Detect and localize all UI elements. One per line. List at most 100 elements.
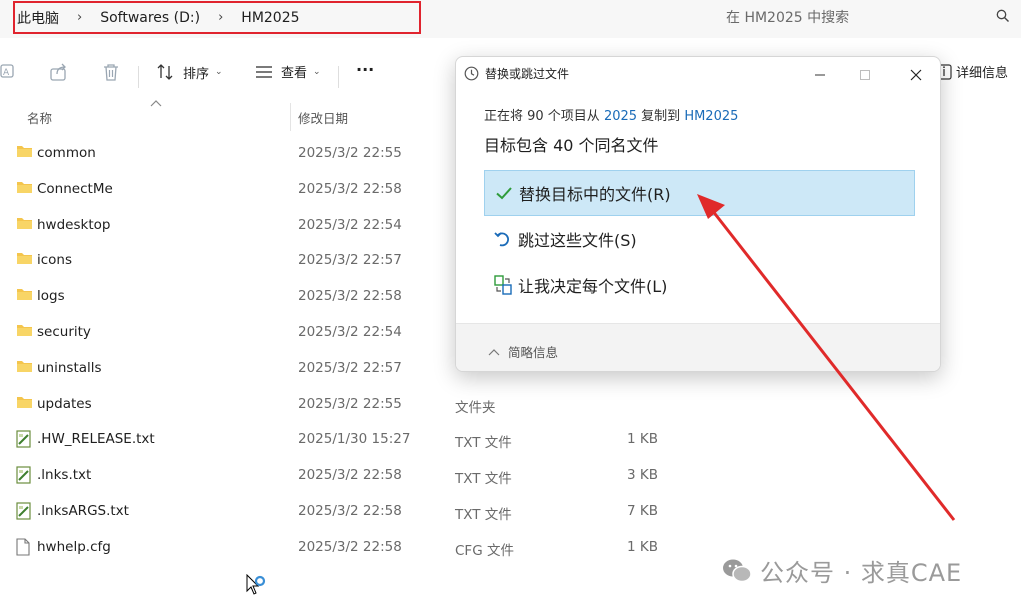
fewer-details-button[interactable]: 简略信息 [488,342,558,361]
file-row[interactable]: hwhelp.cfg 2025/3/2 22:58 CFG 文件 1 KB [0,529,700,565]
folder-icon [16,180,33,198]
breadcrumb-this-pc[interactable]: 此电脑 [15,8,65,28]
file-row[interactable]: .lnks.txt 2025/3/2 22:58 TXT 文件 3 KB [0,457,700,493]
file-name: .HW_RELEASE.txt [37,431,155,448]
chevron-up-icon [488,348,500,355]
clock-icon [464,66,479,81]
folder-icon [16,251,33,269]
file-modified-date: 2025/3/2 22:58 [298,288,402,305]
file-modified-date: 2025/3/2 22:58 [298,180,402,197]
svg-text:A: A [3,68,10,78]
search-placeholder: 在 HM2025 中搜索 [726,10,850,26]
breadcrumb-separator: › [218,10,224,25]
chevron-down-icon: ⌄ [215,67,223,77]
breadcrumb[interactable]: 此电脑 › Softwares (D:) › HM2025 [13,1,421,34]
details-label: 详细信息 [956,66,1009,81]
text-file-icon [16,502,32,524]
view-label: 查看 [281,66,308,81]
maximize-icon [860,70,870,80]
minimize-icon [815,74,825,76]
minimize-button[interactable] [800,61,840,89]
file-name: .lnksARGS.txt [37,503,129,519]
search-icon[interactable] [996,9,1010,23]
replace-files-option[interactable]: 替换目标中的文件(R) [484,170,915,216]
file-modified-date: 2025/3/2 22:58 [298,503,402,519]
sort-icon [157,64,173,80]
command-bar: A 排序 ⌄ 查看 ⌄ ··· [0,48,460,98]
search-box[interactable]: 在 HM2025 中搜索 [714,2,1016,32]
skip-files-option[interactable]: 跳过这些文件(S) [484,216,915,262]
view-button[interactable]: 查看 ⌄ [255,62,321,81]
file-name: hwdesktop [37,216,111,233]
dialog-title: 替换或跳过文件 [485,67,570,81]
chevron-down-icon: ⌄ [313,66,321,77]
undo-icon [494,232,509,247]
file-name: hwhelp.cfg [37,538,111,555]
sort-label: 排序 [183,66,210,82]
decide-each-file-label: 让我决定每个文件(L) [518,277,668,296]
column-header-name[interactable]: 名称 [27,108,52,127]
file-row[interactable]: .HW_RELEASE.txt 2025/1/30 15:27 TXT 文件 1 KB [0,421,700,457]
file-type: 文件夹 [455,399,496,416]
file-name: .lnks.txt [37,467,92,484]
file-modified-date: 2025/3/2 22:57 [298,252,402,269]
skip-files-label: 跳过这些文件(S) [518,231,637,250]
file-size: 1 KB [627,431,658,448]
source-folder-link[interactable]: 2025 [604,109,637,124]
file-modified-date: 2025/3/2 22:54 [298,216,402,233]
breadcrumb-separator: › [77,10,83,25]
rename-icon[interactable]: A [0,62,18,82]
file-modified-date: 2025/1/30 15:27 [298,431,411,448]
file-modified-date: 2025/3/2 22:54 [298,324,402,340]
dialog-titlebar: 替换或跳过文件 [464,65,569,82]
file-modified-date: 2025/3/2 22:55 [298,395,402,412]
file-size: 7 KB [627,503,658,519]
folder-icon [16,395,33,413]
file-modified-date: 2025/3/2 22:58 [298,467,402,484]
file-modified-date: 2025/3/2 22:55 [298,145,402,161]
file-size: 3 KB [627,467,658,484]
conflict-message: 目标包含 40 个同名文件 [484,136,659,155]
file-type: TXT 文件 [455,471,512,488]
file-size: 1 KB [627,538,658,555]
folder-icon [16,359,33,377]
compare-icon [494,275,512,295]
fewer-details-label: 简略信息 [508,345,559,360]
breadcrumb-folder[interactable]: HM2025 [235,10,305,26]
text-file-icon [16,466,32,488]
text-file-icon [16,430,32,452]
view-icon [256,65,272,78]
column-header-modified[interactable]: 修改日期 [298,108,348,127]
toolbar-divider [138,66,139,88]
more-options-button[interactable]: ··· [356,60,374,79]
file-name: updates [37,395,92,412]
file-icon [16,538,30,560]
toolbar-divider [338,66,339,88]
folder-icon [16,287,33,305]
address-bar-area: 此电脑 › Softwares (D:) › HM2025 在 HM2025 中… [0,0,1021,38]
file-modified-date: 2025/3/2 22:57 [298,359,402,376]
details-pane-button[interactable]: 详细信息 [936,62,1008,81]
column-divider[interactable] [290,103,291,131]
breadcrumb-drive[interactable]: Softwares (D:) [94,10,206,26]
file-row[interactable]: .lnksARGS.txt 2025/3/2 22:58 TXT 文件 7 KB [0,493,700,529]
file-name: ConnectMe [37,180,113,197]
file-row[interactable]: updates 2025/3/2 22:55 文件夹 [0,386,700,422]
sort-button[interactable]: 排序 ⌄ [156,62,223,82]
destination-folder-link[interactable]: HM2025 [684,109,738,124]
folder-icon [16,323,33,341]
replace-files-label: 替换目标中的文件(R) [519,185,671,204]
decide-each-file-option[interactable]: 让我决定每个文件(L) [484,262,915,308]
sort-ascending-icon [150,100,162,107]
close-button[interactable] [896,61,936,89]
file-type: TXT 文件 [455,507,512,523]
dialog-footer: 简略信息 [456,323,940,371]
file-type: CFG 文件 [455,542,514,559]
folder-icon [16,144,33,162]
folder-icon [16,216,33,234]
copy-progress-text: 正在将 90 个项目从 2025 复制到 HM2025 [484,109,739,124]
maximize-button [845,61,885,89]
delete-icon[interactable] [102,62,120,82]
share-icon[interactable] [49,62,69,82]
watermark-text: 公众号 · 求真CAE [760,559,963,587]
